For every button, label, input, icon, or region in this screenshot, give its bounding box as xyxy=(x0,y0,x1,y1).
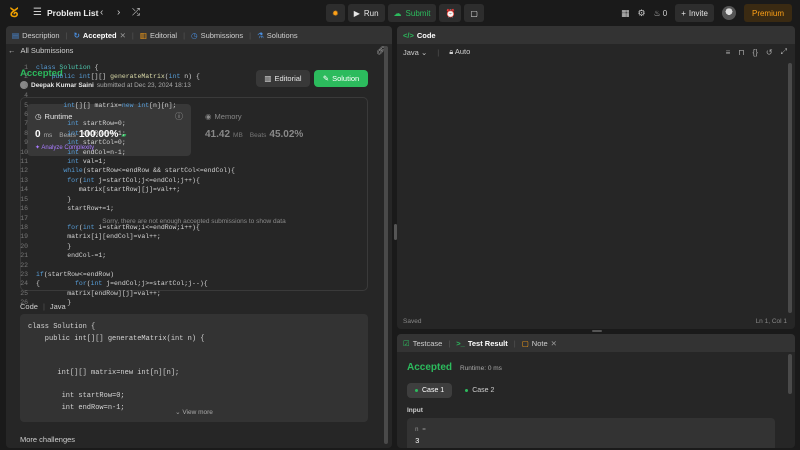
auto-mode-toggle[interactable]: 🔒︎ Auto xyxy=(449,47,470,57)
avatar[interactable] xyxy=(721,6,736,20)
format-icon[interactable]: ≡ xyxy=(726,48,731,57)
timer-button[interactable]: ⏰ xyxy=(439,4,462,22)
layout-icon[interactable]: ▦ xyxy=(621,8,630,19)
input-label: Input xyxy=(407,407,423,414)
line-numbers: 1 2 3 4 5 6 7 8 9 10 11 12 13 14 15 16 1… xyxy=(20,64,28,307)
alarm-icon: ⏰ xyxy=(445,8,456,18)
input-value-box: n = 3 xyxy=(407,418,775,448)
add-user-icon: + xyxy=(681,8,686,18)
close-icon[interactable]: ✕ xyxy=(551,339,557,348)
chevron-down-icon: ⌄ xyxy=(175,409,181,416)
pencil-icon: ✎ xyxy=(322,74,330,83)
play-icon: ▶ xyxy=(353,8,360,18)
next-problem-icon[interactable]: › xyxy=(117,7,120,19)
editor-scrollbar[interactable] xyxy=(788,63,792,313)
view-more-button[interactable]: ⌄ View more xyxy=(20,408,368,416)
reset-icon[interactable]: ↺ xyxy=(766,48,773,57)
cloud-upload-icon: ☁ xyxy=(393,8,402,18)
debug-button[interactable]: ✹ xyxy=(326,4,345,22)
streak-counter[interactable]: ♨ 0 xyxy=(654,9,668,18)
close-icon[interactable]: ✕ xyxy=(120,31,126,40)
tab-description[interactable]: ▤ Description xyxy=(12,31,60,40)
case-tabs: Case 1 Case 2 xyxy=(407,383,502,398)
test-status: Accepted xyxy=(407,362,453,373)
tab-solutions[interactable]: ⚗ Solutions xyxy=(257,31,298,40)
shuffle-icon[interactable]: ⤮ xyxy=(132,7,140,19)
tab-accepted[interactable]: ↻ Accepted ✕ xyxy=(74,31,126,40)
flask-icon: ⚗ xyxy=(257,30,264,40)
terminal-icon: >_ xyxy=(456,338,465,348)
tab-test-result[interactable]: >_ Test Result xyxy=(456,339,507,348)
run-controls: ✹ ▶ Run ☁ Submit ⏰ ▢ xyxy=(326,4,484,22)
tab-editorial[interactable]: ▥ Editorial xyxy=(140,31,177,40)
fullscreen-icon[interactable]: ⤢ xyxy=(781,47,787,57)
test-tab-bar: ☑ Testcase | >_ Test Result | ▢ Note ✕ xyxy=(397,334,795,352)
code-editor-panel: </> Code Java ⌄ | 🔒︎ Auto ≡ ⊓ {} ↺ ⤢ Save… xyxy=(397,26,795,329)
more-challenges-heading: More challenges xyxy=(20,435,76,444)
editor-tab-bar: </> Code xyxy=(397,26,795,44)
book-icon: ▥ xyxy=(139,30,147,40)
editor-toolbar: Java ⌄ | 🔒︎ Auto ≡ ⊓ {} ↺ ⤢ xyxy=(403,47,787,57)
pass-dot-icon xyxy=(465,389,469,392)
run-button[interactable]: ▶ Run xyxy=(347,4,385,22)
cursor-position: Ln 1, Col 1 xyxy=(755,318,787,325)
invite-button[interactable]: + Invite xyxy=(675,4,714,22)
horizontal-resize-handle[interactable] xyxy=(592,330,602,332)
fire-icon: ♨ xyxy=(653,8,661,18)
tab-code[interactable]: </> Code xyxy=(403,31,436,40)
submit-button[interactable]: ☁ Submit xyxy=(387,4,437,22)
notes-button[interactable]: ▢ xyxy=(464,4,484,22)
pass-dot-icon xyxy=(415,389,418,392)
language-select[interactable]: Java ⌄ xyxy=(403,48,427,57)
problem-list-icon[interactable]: ☰ xyxy=(33,7,42,19)
braces-icon[interactable]: {} xyxy=(753,48,758,57)
submission-code-text: class Solution { public int[][] generate… xyxy=(28,323,205,412)
lock-icon: 🔒︎ xyxy=(449,47,454,56)
submission-code-block[interactable]: class Solution { public int[][] generate… xyxy=(20,314,368,422)
bug-icon: ✹ xyxy=(332,8,339,18)
premium-button[interactable]: Premium xyxy=(743,4,792,22)
result-scrollbar[interactable] xyxy=(788,354,792,394)
problem-list-link[interactable]: Problem List xyxy=(47,8,98,18)
editorial-button[interactable]: ▥ Editorial xyxy=(256,70,310,87)
checkbox-icon: ☑ xyxy=(403,338,410,348)
all-submissions-link[interactable]: ← All Submissions xyxy=(8,46,73,55)
test-runtime: Runtime: 0 ms xyxy=(460,365,502,372)
case-1-tab[interactable]: Case 1 xyxy=(407,383,453,398)
code-icon: </> xyxy=(403,30,414,40)
top-bar: ᘜ ☰ Problem List ‹ › ⤮ ✹ ▶ Run ☁ Submit ⏰ … xyxy=(0,0,800,26)
tab-note[interactable]: ▢ Note ✕ xyxy=(522,339,557,348)
arrow-left-icon: ← xyxy=(8,46,16,55)
solution-button[interactable]: ✎ Solution xyxy=(314,70,368,87)
book-icon: ▥ xyxy=(264,74,272,83)
left-scrollbar[interactable] xyxy=(384,46,388,444)
document-icon: ▤ xyxy=(12,30,20,40)
note-icon: ▢ xyxy=(521,338,529,348)
history-icon: ↻ xyxy=(73,30,80,40)
bookmark-icon[interactable]: ⊓ xyxy=(738,48,744,57)
tab-submissions[interactable]: ◷ Submissions xyxy=(191,31,243,40)
gear-icon[interactable]: ⚙ xyxy=(637,8,645,19)
user-controls: ▦ ⚙ ♨ 0 + Invite Premium xyxy=(621,4,792,22)
case-2-tab[interactable]: Case 2 xyxy=(457,383,502,398)
code-editor-text[interactable]: class Solution { public int[][] generate… xyxy=(36,63,235,308)
input-variable: n = xyxy=(415,426,426,433)
tab-testcase[interactable]: ☑ Testcase xyxy=(403,339,442,348)
prev-problem-icon[interactable]: ‹ xyxy=(100,7,103,19)
save-status: Saved xyxy=(403,318,422,325)
test-result-panel: ☑ Testcase | >_ Test Result | ▢ Note ✕ Accep… xyxy=(397,334,795,448)
left-tab-bar: ▤ Description | ↻ Accepted ✕ | ▥ Editorial |… xyxy=(6,26,392,44)
chevron-down-icon: ⌄ xyxy=(420,47,428,57)
leetcode-logo-icon[interactable]: ᘜ xyxy=(10,6,22,20)
input-value: 3 xyxy=(415,438,420,446)
note-icon: ▢ xyxy=(470,8,478,18)
clock-icon: ◷ xyxy=(191,30,198,40)
memory-beats: 45.02% xyxy=(269,129,304,140)
memory-beats-label: Beats xyxy=(249,132,267,139)
